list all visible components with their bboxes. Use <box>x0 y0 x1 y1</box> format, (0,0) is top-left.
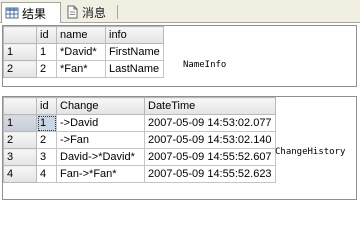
row-number[interactable]: 1 <box>3 43 37 61</box>
result-grid-changehistory[interactable]: id Change DateTime 1 1 ->David 2007-05-0… <box>3 97 276 183</box>
cell-datetime[interactable]: 2007-05-09 14:55:52.607 <box>144 148 276 166</box>
row-number[interactable]: 1 <box>3 114 37 132</box>
column-header-id[interactable]: id <box>36 26 57 44</box>
tab-messages[interactable]: 消息 <box>62 2 117 22</box>
tab-messages-label: 消息 <box>82 5 107 20</box>
result-panel-nameinfo[interactable]: id name info 1 1 *David* FirstName 2 2 *… <box>2 25 357 87</box>
table-row: 2 2 ->Fan 2007-05-09 14:53:02.140 <box>3 131 276 149</box>
column-header-name[interactable]: name <box>56 26 106 44</box>
result-grid-nameinfo[interactable]: id name info 1 1 *David* FirstName 2 2 *… <box>3 26 164 78</box>
cell-name[interactable]: *Fan* <box>56 60 106 78</box>
cell-name[interactable]: *David* <box>56 43 106 61</box>
cell-datetime[interactable]: 2007-05-09 14:53:02.077 <box>144 114 276 132</box>
tab-results[interactable]: 结果 <box>1 2 61 23</box>
table-row: 1 1 ->David 2007-05-09 14:53:02.077 <box>3 114 276 132</box>
cell-id[interactable]: 2 <box>36 60 57 78</box>
row-number[interactable]: 2 <box>3 131 37 149</box>
results-tabstrip: 结果 消息 <box>0 0 360 23</box>
row-number[interactable]: 3 <box>3 148 37 166</box>
column-header-id[interactable]: id <box>36 97 57 115</box>
table-row: 2 2 *Fan* LastName <box>3 60 164 78</box>
table-row: 1 1 *David* FirstName <box>3 43 164 61</box>
cell-change[interactable]: ->Fan <box>56 131 145 149</box>
row-number[interactable]: 2 <box>3 60 37 78</box>
column-header-change[interactable]: Change <box>56 97 145 115</box>
cell-info[interactable]: FirstName <box>105 43 164 61</box>
result-set-label-nameinfo: NameInfo <box>183 60 227 70</box>
cell-change[interactable]: Fan->*Fan* <box>56 165 145 183</box>
cell-id[interactable]: 3 <box>36 148 57 166</box>
cell-datetime[interactable]: 2007-05-09 14:53:02.140 <box>144 131 276 149</box>
row-number[interactable]: 4 <box>3 165 37 183</box>
cell-datetime[interactable]: 2007-05-09 14:55:52.623 <box>144 165 276 183</box>
table-row: 4 4 Fan->*Fan* 2007-05-09 14:55:52.623 <box>3 165 276 183</box>
message-document-icon <box>65 5 79 19</box>
cell-id[interactable]: 4 <box>36 165 57 183</box>
column-header-info[interactable]: info <box>105 26 164 44</box>
table-row: 3 3 David->*David* 2007-05-09 14:55:52.6… <box>3 148 276 166</box>
cell-change[interactable]: David->*David* <box>56 148 145 166</box>
cell-id[interactable]: 1 <box>36 114 57 132</box>
grid-icon <box>5 6 19 20</box>
header-row: id name info <box>3 26 164 44</box>
tab-results-label: 结果 <box>22 6 47 21</box>
header-row: id Change DateTime <box>3 97 276 115</box>
corner-cell[interactable] <box>3 26 37 44</box>
cell-id[interactable]: 1 <box>36 43 57 61</box>
cell-info[interactable]: LastName <box>105 60 164 78</box>
cell-change[interactable]: ->David <box>56 114 145 132</box>
cell-id[interactable]: 2 <box>36 131 57 149</box>
corner-cell[interactable] <box>3 97 37 115</box>
column-header-datetime[interactable]: DateTime <box>144 97 276 115</box>
result-set-label-changehistory: ChangeHistory <box>275 147 346 157</box>
tab-divider <box>117 5 118 19</box>
